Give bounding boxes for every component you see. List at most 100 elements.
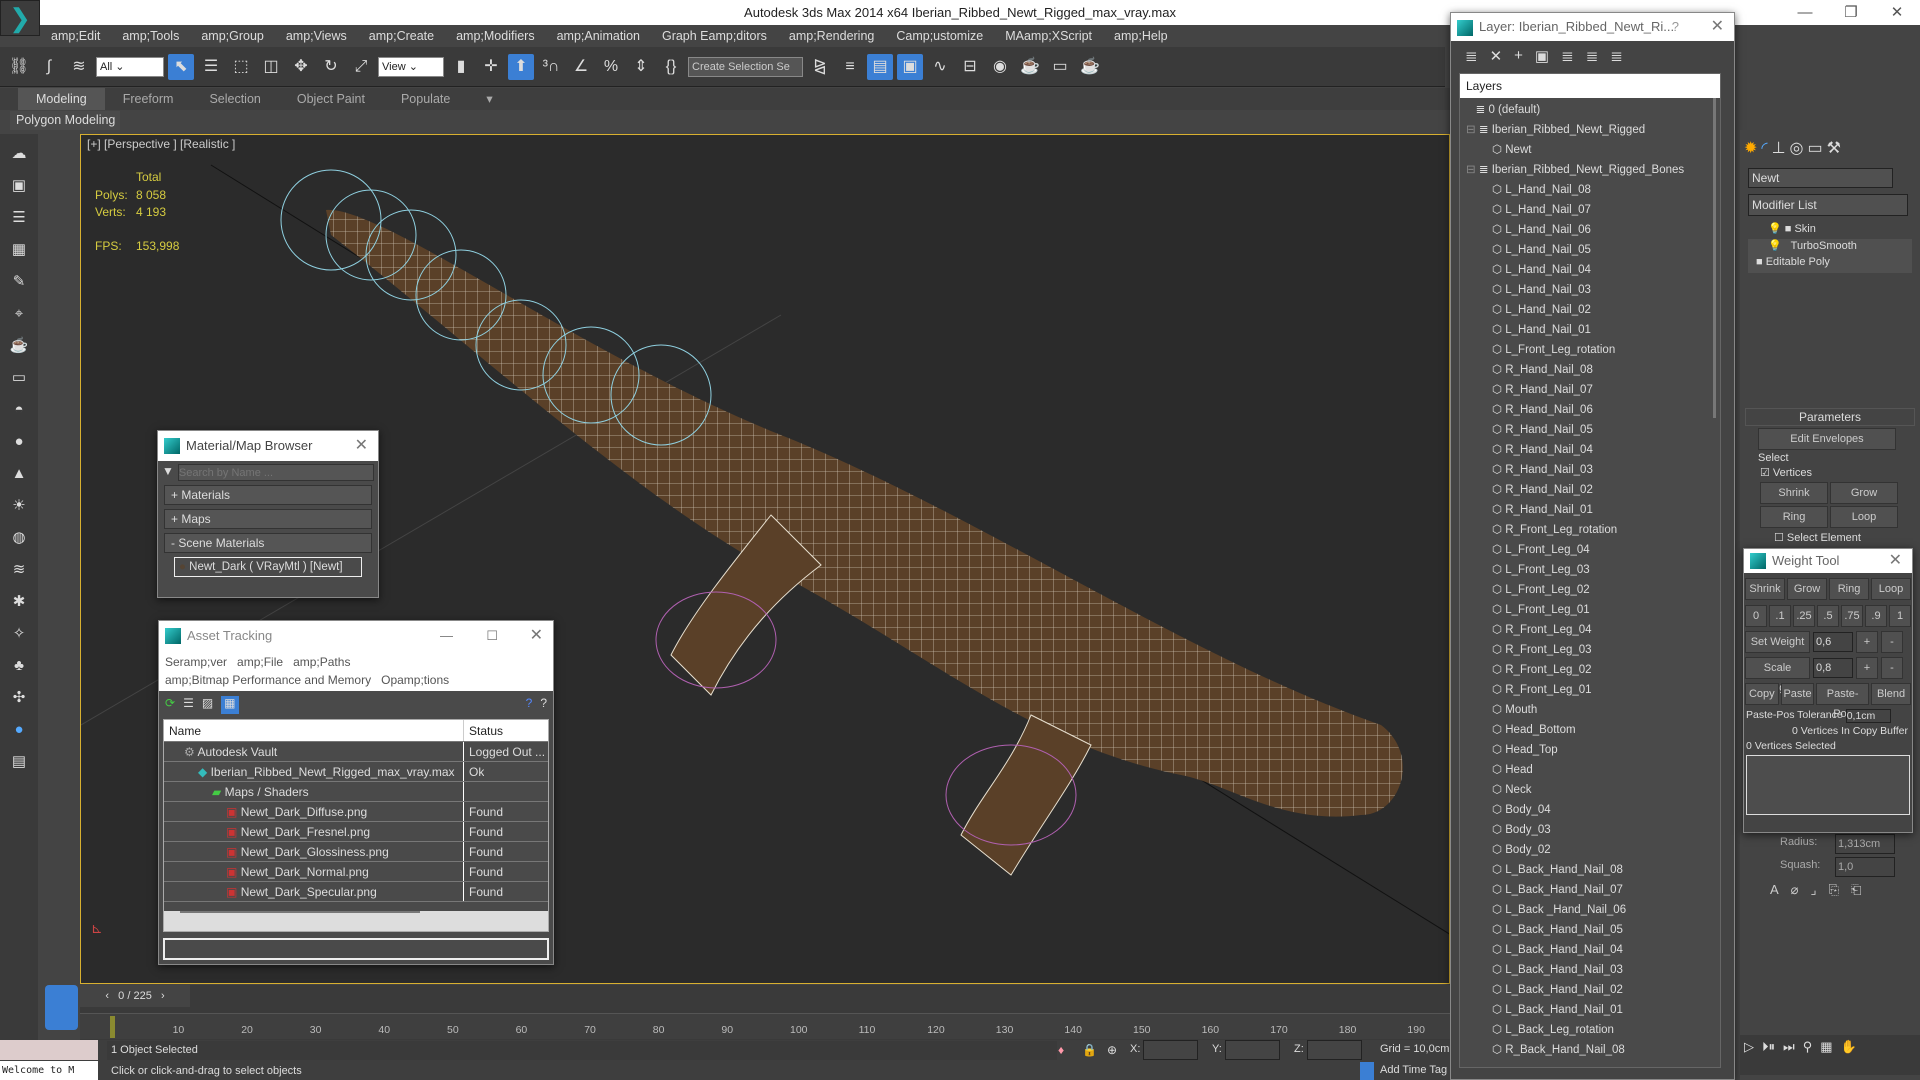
collapse-icon[interactable]: ⊟ xyxy=(1466,124,1476,136)
layer-item[interactable]: ⬡ Head_Bottom xyxy=(1460,720,1720,740)
layer-item[interactable]: ⬡ R_Hand_Nail_08 xyxy=(1460,360,1720,380)
maps-rollout[interactable]: + Maps xyxy=(164,509,372,529)
align-icon[interactable]: ≡ xyxy=(837,54,863,80)
keyboard-shortcut-override-icon[interactable]: ⬆ xyxy=(508,53,534,80)
scene-materials-rollout[interactable]: - Scene Materials xyxy=(164,533,372,553)
plane-icon[interactable]: ▭ xyxy=(7,366,31,390)
layer-item[interactable]: ≣ 0 (default) xyxy=(1460,100,1720,120)
layer-item[interactable]: ⊟ ≣ Iberian_Ribbed_Newt_Rigged_Bones xyxy=(1460,160,1720,180)
menu-group[interactable]: amp;Group xyxy=(190,25,275,47)
menu-create[interactable]: amp;Create xyxy=(358,25,445,47)
tab-selection[interactable]: Selection xyxy=(191,88,278,110)
rotate-icon[interactable]: ↻ xyxy=(318,54,344,80)
pivot-icon[interactable]: ▮ xyxy=(448,54,474,80)
particles-icon[interactable]: ✱ xyxy=(7,590,31,614)
help-icon[interactable]: ? xyxy=(526,696,533,714)
edit-envelopes-button[interactable]: Edit Envelopes xyxy=(1758,428,1896,450)
percent-snap-icon[interactable]: % xyxy=(598,54,624,80)
scatter-icon[interactable]: ✣ xyxy=(7,686,31,710)
layer-item[interactable]: ⬡ L_Hand_Nail_08 xyxy=(1460,180,1720,200)
close-button[interactable]: ✕ xyxy=(1874,0,1920,25)
teapot-icon[interactable]: ☕ xyxy=(7,334,31,358)
stack-item-turbosmooth[interactable]: 💡 TurboSmooth xyxy=(1748,239,1912,256)
layer-item[interactable]: ⬡ R_Hand_Nail_01 xyxy=(1460,500,1720,520)
layer-item[interactable]: ⬡ Body_02 xyxy=(1460,840,1720,860)
ring-button[interactable]: Ring xyxy=(1760,506,1828,528)
menu-customize[interactable]: Camp;ustomize xyxy=(885,25,994,47)
layer-item[interactable]: ⬡ R_Front_Leg_01 xyxy=(1460,680,1720,700)
app-menu-button[interactable]: ❯ xyxy=(0,0,40,36)
create-tab-icon[interactable]: ✹ xyxy=(1744,138,1757,158)
asset-row[interactable]: ▰ Maps / Shaders xyxy=(164,782,548,802)
layer-item[interactable]: ⬡ L_Front_Leg_rotation xyxy=(1460,340,1720,360)
stack-item-editable-poly[interactable]: ■ Editable Poly xyxy=(1748,256,1912,273)
paint-icon[interactable]: ⌀ xyxy=(1791,882,1799,898)
asset-tracking-titlebar[interactable]: Asset Tracking ✕ ☐ — xyxy=(159,621,553,651)
menu-paths[interactable]: amp;Paths xyxy=(293,655,350,669)
wt-loop-button[interactable]: Loop xyxy=(1871,578,1911,600)
table-view-icon[interactable]: ▦ xyxy=(221,696,239,714)
helper-icon[interactable]: ✧ xyxy=(7,622,31,646)
weight-list[interactable] xyxy=(1746,755,1910,815)
layer-item[interactable]: ⬡ L_Back_Hand_Nail_01 xyxy=(1460,1000,1720,1020)
tab-populate[interactable]: Populate xyxy=(383,88,468,110)
restore-button[interactable]: ❐ xyxy=(1828,0,1874,25)
light-icon[interactable]: ✎ xyxy=(7,270,31,294)
menu-tools[interactable]: amp;Tools xyxy=(111,25,190,47)
menu-server[interactable]: Seramp;ver xyxy=(165,655,227,669)
layer-item[interactable]: ⬡ L_Back_Hand_Nail_05 xyxy=(1460,920,1720,940)
z-coord-field[interactable] xyxy=(1307,1040,1362,1060)
minimize-icon[interactable]: — xyxy=(440,621,453,651)
schematic-view-icon[interactable]: ⊟ xyxy=(957,54,983,80)
search-options-icon[interactable]: ▼ xyxy=(162,464,174,481)
close-icon[interactable]: ✕ xyxy=(1889,549,1902,573)
menu-animation[interactable]: amp;Animation xyxy=(546,25,651,47)
spinner-snap-icon[interactable]: ⇕ xyxy=(628,54,654,80)
weight-preset-09[interactable]: .9 xyxy=(1865,605,1887,627)
viewport-label[interactable]: [+] [Perspective ] [Realistic ] xyxy=(87,137,235,151)
layer-item[interactable]: ⬡ R_Hand_Nail_04 xyxy=(1460,440,1720,460)
layer-item[interactable]: ⬡ L_Back_Hand_Nail_02 xyxy=(1460,980,1720,1000)
col-name[interactable]: Name xyxy=(164,720,464,741)
sun-icon[interactable]: ☀ xyxy=(7,494,31,518)
time-slider-handle[interactable] xyxy=(110,1016,115,1038)
isolate-icon[interactable]: ♦ xyxy=(1058,1043,1064,1057)
menu-file[interactable]: amp;File xyxy=(237,655,283,669)
ribbon-toggle-icon[interactable]: ▣ xyxy=(897,53,923,80)
mirror-icon[interactable]: ⧎ xyxy=(807,54,833,80)
menu-bitmap-performance[interactable]: amp;Bitmap Performance and Memory xyxy=(165,673,371,687)
squash-field[interactable]: 1,0 xyxy=(1835,857,1895,877)
falloff-icon[interactable]: ⌟ xyxy=(1811,882,1817,898)
copy-envelope-icon[interactable]: ⎘ xyxy=(1829,882,1839,898)
maxscript-input[interactable]: Welcome to M xyxy=(0,1061,98,1080)
refresh-icon[interactable]: ⟳ xyxy=(165,696,175,714)
collapse-icon[interactable]: ⊟ xyxy=(1466,164,1476,176)
layer-dialog-titlebar[interactable]: Layer: Iberian_Ribbed_Newt_Ri...? ✕ xyxy=(1451,13,1734,41)
add-time-tag[interactable]: Add Time Tag xyxy=(1380,1064,1447,1076)
move-icon[interactable]: ✥ xyxy=(288,54,314,80)
layer-item[interactable]: ⬡ Newt xyxy=(1460,140,1720,160)
edit-named-selection-icon[interactable]: {} xyxy=(658,54,684,80)
layer-item[interactable]: ⬡ L_Hand_Nail_06 xyxy=(1460,220,1720,240)
layer-item[interactable]: ⬡ R_Front_Leg_03 xyxy=(1460,640,1720,660)
weight-preset-1[interactable]: 1 xyxy=(1889,605,1911,627)
maximize-icon[interactable]: ☐ xyxy=(486,621,498,651)
menu-help[interactable]: amp;Help xyxy=(1103,25,1179,47)
prev-frame-icon[interactable]: ‹ xyxy=(105,990,109,1002)
layer-item[interactable]: ⬡ L_Front_Leg_03 xyxy=(1460,560,1720,580)
close-icon[interactable]: ✕ xyxy=(1711,13,1724,41)
next-frame-icon[interactable]: ⏵⏸ xyxy=(1762,1039,1775,1071)
asset-row[interactable]: ▣ Newt_Dark_Fresnel.png Found xyxy=(164,822,548,842)
select-object-icon[interactable]: ⬉ xyxy=(168,53,194,80)
sphere-icon[interactable]: ● xyxy=(7,430,31,454)
maxscript-listener[interactable] xyxy=(0,1040,98,1060)
layer-item[interactable]: ⬡ L_Hand_Nail_04 xyxy=(1460,260,1720,280)
list-icon[interactable]: ☰ xyxy=(7,206,31,230)
layer-manager-icon[interactable]: ▤ xyxy=(867,53,893,80)
menu-rendering[interactable]: amp;Rendering xyxy=(778,25,885,47)
thumbnail-view-icon[interactable]: ▨ xyxy=(202,696,213,714)
zoom-icon[interactable]: ⚲ xyxy=(1803,1039,1813,1071)
transform-mode-icon[interactable]: ⊕ xyxy=(1107,1043,1117,1057)
selection-filter-dropdown[interactable]: All ⌄ xyxy=(96,56,164,77)
pan-icon[interactable]: ✋ xyxy=(1841,1039,1857,1071)
